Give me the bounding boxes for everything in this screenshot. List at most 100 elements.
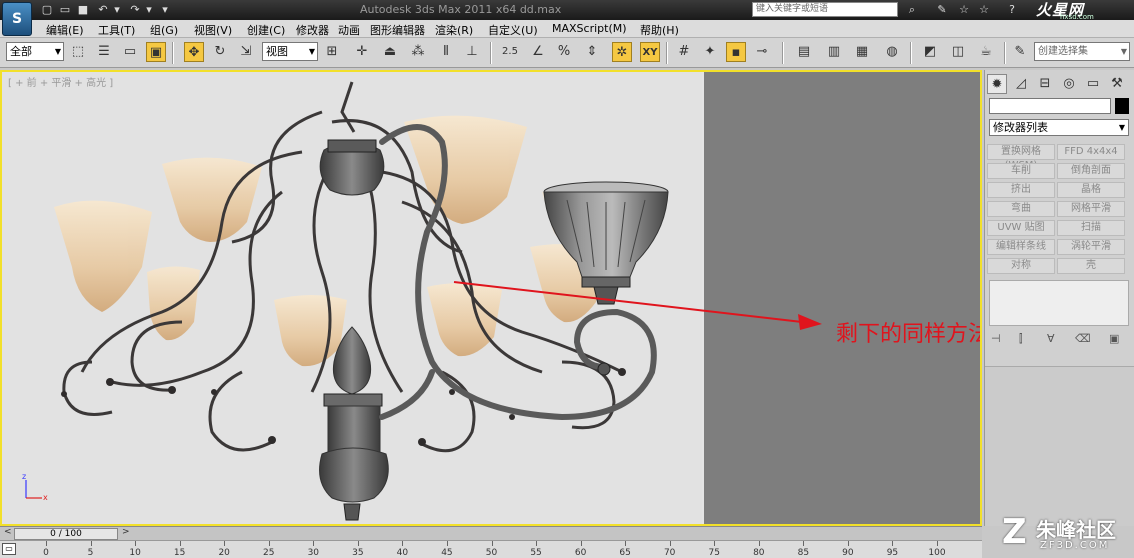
help-icon[interactable]: ?: [1004, 2, 1020, 18]
snap-active-icon[interactable]: ▪: [726, 42, 746, 62]
menu-graph-editors[interactable]: 图形编辑器: [370, 22, 425, 38]
modifier-stack[interactable]: [989, 280, 1129, 326]
create-tab-icon[interactable]: ✹: [987, 74, 1007, 94]
mirror-snap-icon[interactable]: ⁂: [408, 42, 428, 62]
redo-icon[interactable]: ↷: [128, 3, 142, 17]
modifier-button[interactable]: 扫描: [1057, 220, 1125, 236]
binoculars-icon[interactable]: ⌕: [904, 2, 920, 18]
rendered-frame-icon[interactable]: ◫: [948, 42, 968, 62]
modifier-button[interactable]: 车削: [987, 163, 1055, 179]
modifier-button[interactable]: UVW 贴图: [987, 220, 1055, 236]
menu-edit[interactable]: 编辑(E): [46, 22, 84, 38]
object-color-swatch[interactable]: [1115, 98, 1129, 114]
modifier-button[interactable]: 编辑样条线: [987, 239, 1055, 255]
menu-views[interactable]: 视图(V): [194, 22, 232, 38]
menu-tools[interactable]: 工具(T): [98, 22, 135, 38]
chandelier-model[interactable]: [2, 72, 980, 524]
render-setup-icon[interactable]: ◩: [920, 42, 940, 62]
viewport-label[interactable]: [ + 前 + 平滑 + 高光 ]: [8, 74, 113, 89]
layer-manager-icon[interactable]: ▤: [794, 42, 814, 62]
redo-dropdown-icon[interactable]: ▾: [142, 3, 156, 17]
undo-dropdown-icon[interactable]: ▾: [110, 3, 124, 17]
menu-create[interactable]: 创建(C): [247, 22, 285, 38]
edit-named-selection-icon[interactable]: ✲: [612, 42, 632, 62]
modifier-list-dropdown[interactable]: 修改器列表 ▼: [989, 119, 1129, 136]
modifier-button[interactable]: 置换网格 (WSM): [987, 144, 1055, 171]
undo-icon[interactable]: ↶: [96, 3, 110, 17]
next-frame-icon[interactable]: >: [122, 527, 130, 537]
display-tab-icon[interactable]: ▭: [1083, 74, 1103, 94]
mirror-icon[interactable]: ⫴: [436, 42, 456, 62]
motion-tab-icon[interactable]: ◎: [1059, 74, 1079, 94]
menu-help[interactable]: 帮助(H): [640, 22, 679, 38]
time-slider[interactable]: 0 / 100: [14, 528, 118, 540]
mini-curve-editor-icon[interactable]: ▭: [2, 543, 16, 555]
curve-editor-icon[interactable]: ▥: [824, 42, 844, 62]
modifier-button[interactable]: 涡轮平滑: [1057, 239, 1125, 255]
menu-customize[interactable]: 自定义(U): [488, 22, 538, 38]
modifier-button[interactable]: 壳: [1057, 258, 1125, 274]
material-editor-icon[interactable]: ◍: [882, 42, 902, 62]
modifier-button[interactable]: 弯曲: [987, 201, 1055, 217]
abc-icon[interactable]: ✎: [1010, 42, 1030, 62]
select-object-icon[interactable]: ⬚: [68, 42, 88, 62]
spinner-snap-icon[interactable]: ⇕: [582, 42, 602, 62]
snap-toggle-button[interactable]: 2.5: [500, 42, 520, 62]
keyboard-shortcut-icon[interactable]: ⏏: [380, 42, 400, 62]
make-unique-icon[interactable]: ∀: [1047, 332, 1055, 345]
pivot-center-icon[interactable]: ⊞: [322, 42, 342, 62]
prev-frame-icon[interactable]: <: [4, 527, 12, 537]
star-icon[interactable]: ☆: [956, 2, 972, 18]
tools-icon[interactable]: ✎: [934, 2, 950, 18]
percent-snap-icon[interactable]: %: [554, 42, 574, 62]
search-input[interactable]: 键入关键字或短语: [752, 2, 898, 17]
new-file-icon[interactable]: ▢: [40, 3, 54, 17]
hierarchy-tab-icon[interactable]: ⊟: [1035, 74, 1055, 94]
reference-coord-dropdown[interactable]: 视图 ▼: [262, 42, 318, 61]
app-logo[interactable]: S: [2, 2, 32, 36]
favorites-icon[interactable]: ☆: [976, 2, 992, 18]
selection-filter-dropdown[interactable]: 全部 ▼: [6, 42, 64, 61]
configure-sets-icon[interactable]: ▣: [1109, 332, 1119, 345]
pin-stack-icon[interactable]: ⊣: [991, 332, 1001, 345]
select-manipulate-icon[interactable]: ✛: [352, 42, 372, 62]
modifier-button[interactable]: 晶格: [1057, 182, 1125, 198]
parameters-rollout: [985, 366, 1134, 526]
select-by-name-icon[interactable]: ☰: [94, 42, 114, 62]
menu-modifiers[interactable]: 修改器: [296, 22, 329, 38]
ruler-tick: [937, 541, 938, 546]
render-teapot-icon[interactable]: ☕: [976, 42, 996, 62]
rect-selection-icon[interactable]: ▭: [120, 42, 140, 62]
utilities-tab-icon[interactable]: ⚒: [1107, 74, 1127, 94]
timeline-ruler[interactable]: ▭ 0 5 10 15 20 25 30 35 40 45 50 55 60 65 70 75 80 85 90 95…: [0, 540, 982, 558]
select-scale-icon[interactable]: ⇲: [236, 42, 256, 62]
quick-access-dropdown-icon[interactable]: ▾: [158, 3, 172, 17]
pivot-snap-icon[interactable]: ✦: [700, 42, 720, 62]
modifier-button[interactable]: 挤出: [987, 182, 1055, 198]
menu-animation[interactable]: 动画: [338, 22, 360, 38]
menu-rendering[interactable]: 渲染(R): [435, 22, 473, 38]
modifier-button[interactable]: 倒角剖面: [1057, 163, 1125, 179]
select-rotate-icon[interactable]: ↻: [210, 42, 230, 62]
menu-group[interactable]: 组(G): [150, 22, 178, 38]
remove-modifier-icon[interactable]: ⌫: [1075, 332, 1091, 345]
modifier-button[interactable]: 网格平滑: [1057, 201, 1125, 217]
named-selection-dropdown[interactable]: 创建选择集 ▼: [1034, 42, 1130, 61]
viewport-front[interactable]: [ + 前 + 平滑 + 高光 ] 剩下的同样方法做出来 z x: [0, 70, 982, 526]
modifier-button[interactable]: 对称: [987, 258, 1055, 274]
select-move-icon[interactable]: ✥: [184, 42, 204, 62]
spinner-snap-toggle-icon[interactable]: ⊸: [752, 42, 772, 62]
show-end-result-icon[interactable]: ⫿: [1019, 332, 1023, 346]
save-icon[interactable]: ■: [76, 3, 90, 17]
menu-maxscript[interactable]: MAXScript(M): [552, 22, 627, 35]
align-icon[interactable]: ⊥: [462, 42, 482, 62]
window-crossing-icon[interactable]: ▣: [146, 42, 166, 62]
open-file-icon[interactable]: ▭: [58, 3, 72, 17]
modify-tab-icon[interactable]: ◿: [1011, 74, 1031, 94]
grid-icon[interactable]: #: [674, 42, 694, 62]
schematic-view-icon[interactable]: ▦: [852, 42, 872, 62]
object-name-field[interactable]: [989, 98, 1111, 114]
modifier-button[interactable]: FFD 4x4x4: [1057, 144, 1125, 160]
angle-snap-icon[interactable]: ∠: [528, 42, 548, 62]
xy-constraint-button[interactable]: XY: [640, 42, 660, 62]
